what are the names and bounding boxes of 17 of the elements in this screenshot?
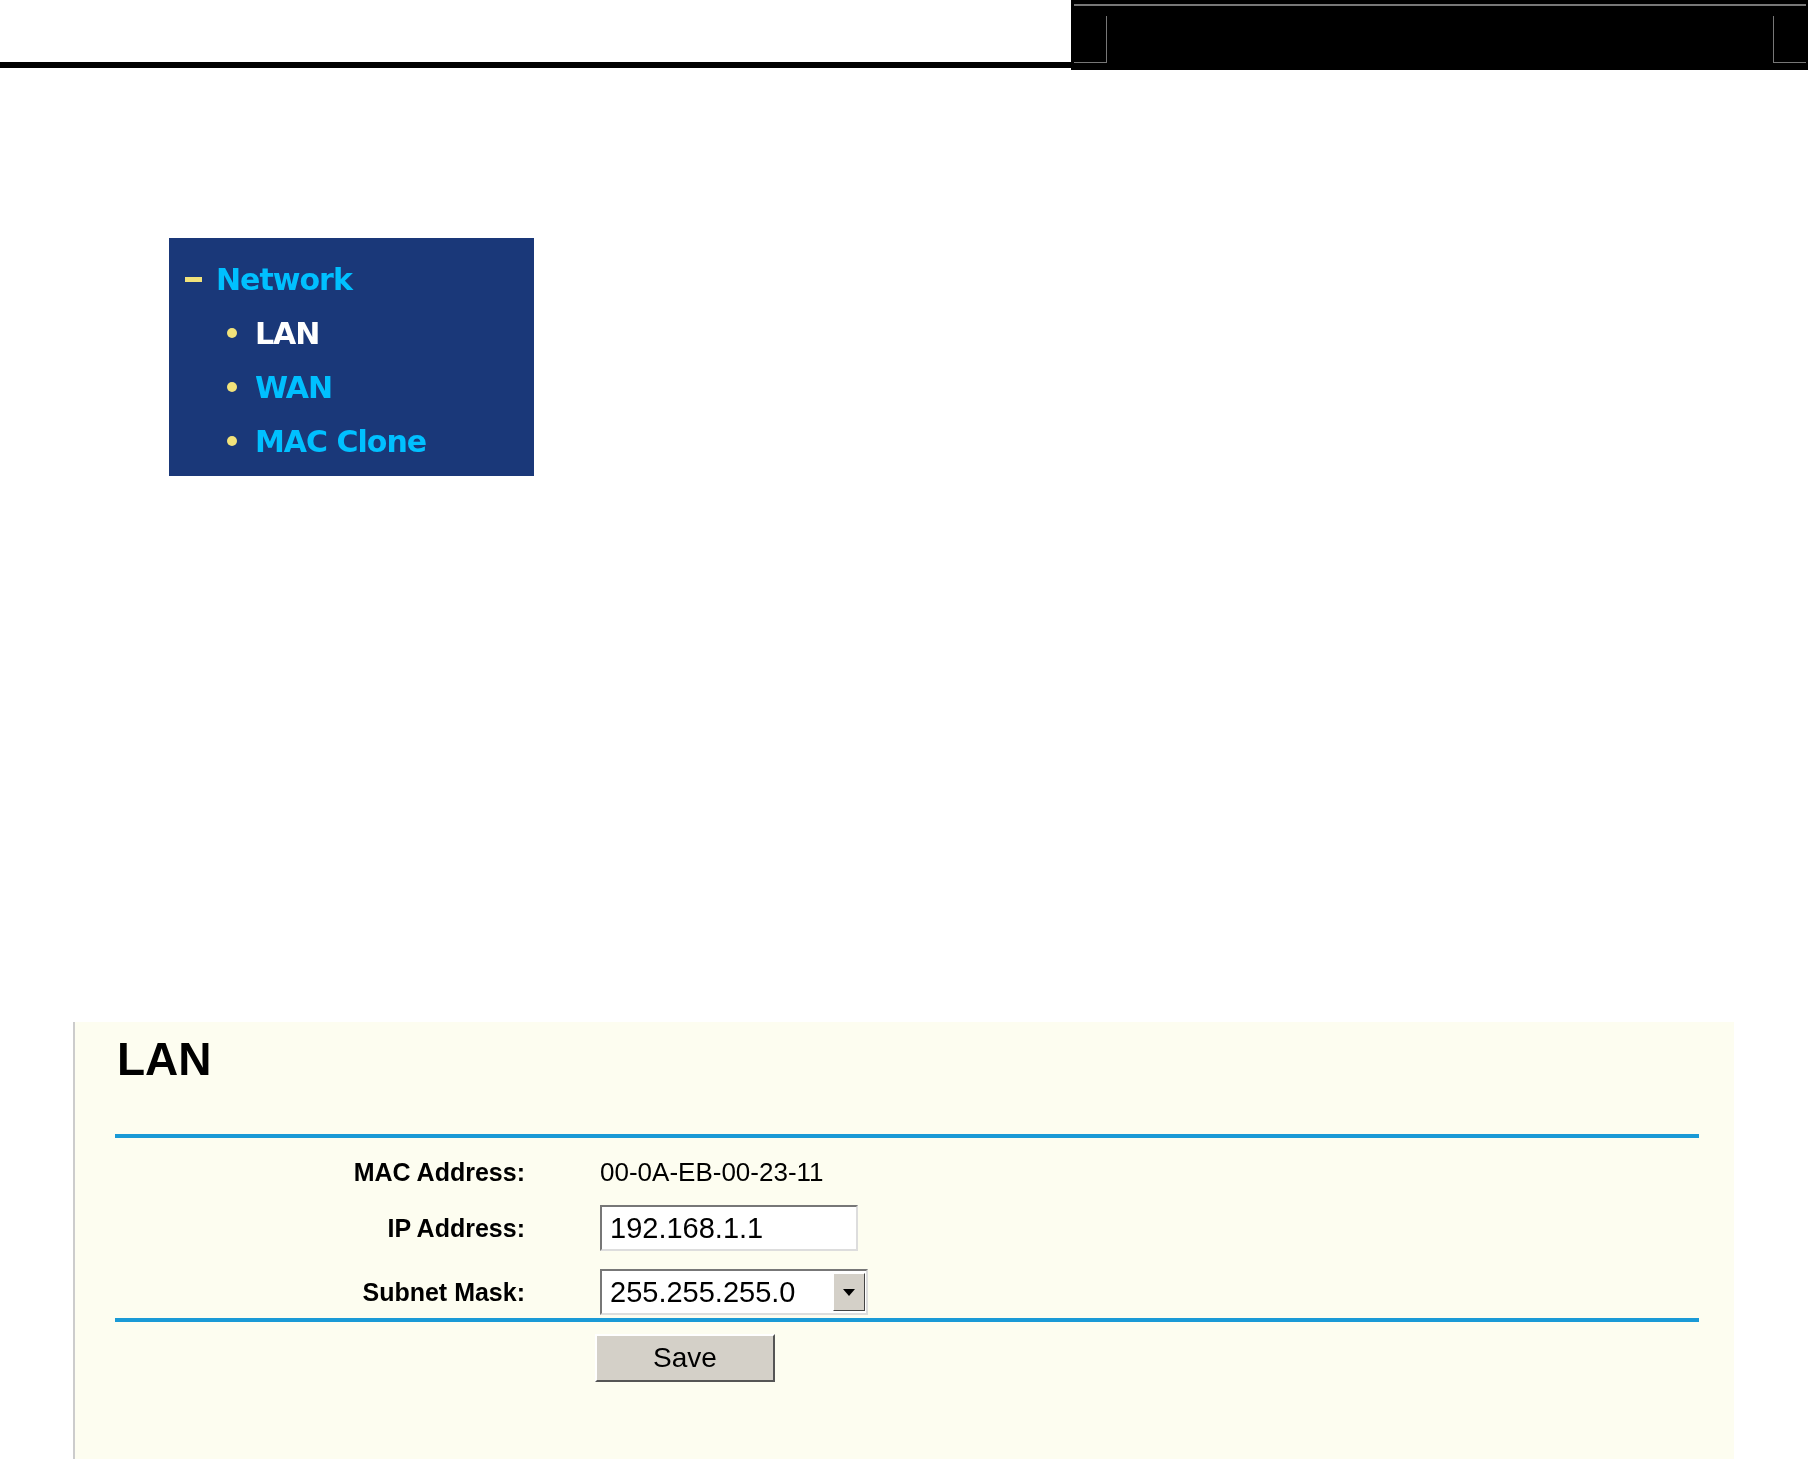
- bullet-icon: [227, 328, 237, 338]
- save-button[interactable]: Save: [595, 1334, 775, 1382]
- subnet-mask-dropdown[interactable]: 255.255.255.0: [600, 1269, 868, 1316]
- collapse-icon[interactable]: [185, 276, 202, 282]
- menu-item[interactable]: LAN: [255, 315, 320, 351]
- menu-item[interactable]: WAN: [255, 369, 333, 405]
- bullet-icon: [227, 382, 237, 392]
- menu-group[interactable]: Network: [216, 261, 352, 297]
- mac-address-value: 00-0A-EB-00-23-11: [600, 1156, 824, 1187]
- ip-address-field[interactable]: 192.168.1.1: [600, 1205, 858, 1252]
- field-label: Subnet Mask:: [362, 1277, 525, 1307]
- panel-title: LAN: [117, 1032, 212, 1086]
- menu-item[interactable]: MAC Clone: [255, 423, 427, 459]
- bullet-icon: [227, 436, 237, 446]
- field-label: IP Address:: [387, 1214, 525, 1243]
- dropdown-arrow-icon: [843, 1288, 855, 1296]
- field-label: MAC Address:: [353, 1157, 525, 1187]
